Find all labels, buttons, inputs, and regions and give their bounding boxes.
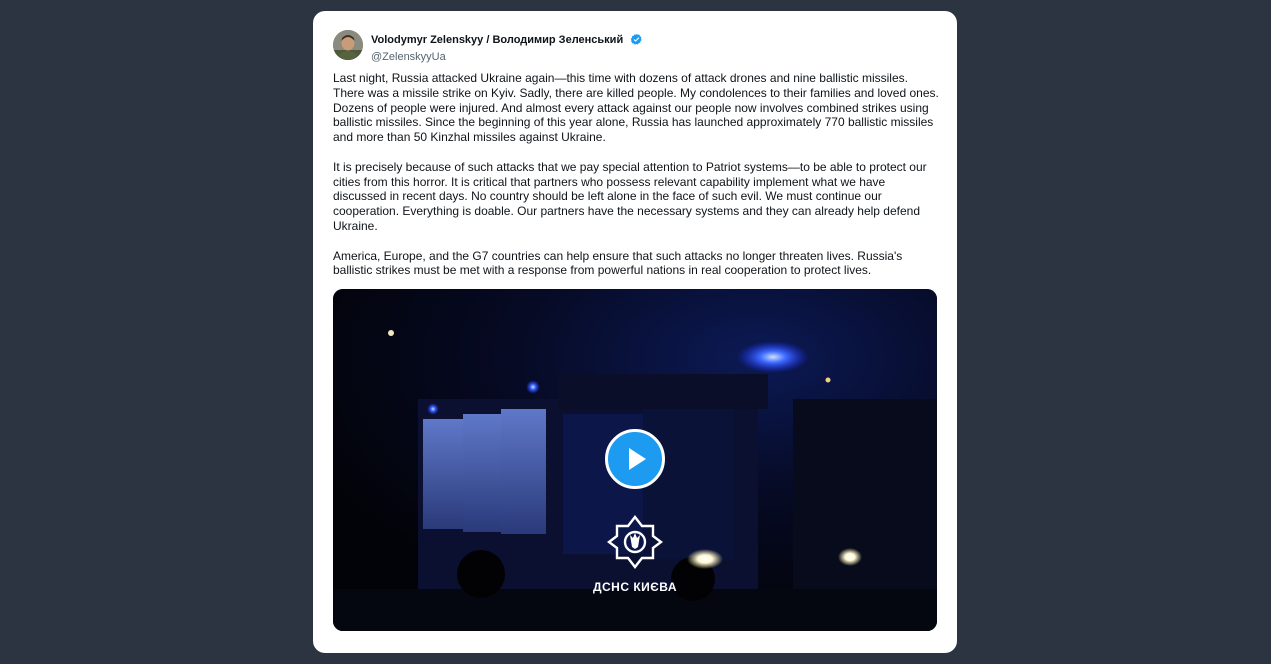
author-names: Volodymyr Zelenskyy / Володимир Зеленськ… (371, 31, 643, 64)
dsns-watermark-label: ДСНС КИЄВА (592, 580, 678, 594)
tweet-text: Last night, Russia attacked Ukraine agai… (333, 71, 939, 293)
author-handle[interactable]: @ZelenskyyUa (371, 50, 643, 64)
tweet-card: Volodymyr Zelenskyy / Володимир Зеленськ… (313, 11, 957, 653)
verified-badge-icon (630, 34, 642, 45)
play-button[interactable] (605, 429, 665, 489)
avatar[interactable] (333, 30, 363, 60)
video-player[interactable]: ДСНС КИЄВА (333, 289, 937, 631)
tweet-paragraph-1: Last night, Russia attacked Ukraine agai… (333, 71, 939, 145)
tweet-paragraph-2: It is precisely because of such attacks … (333, 159, 927, 233)
dsns-emblem-icon (607, 515, 663, 569)
play-icon (629, 448, 646, 470)
tweet-paragraph-3: America, Europe, and the G7 countries ca… (333, 248, 903, 278)
author-display-name[interactable]: Volodymyr Zelenskyy / Володимир Зеленськ… (371, 33, 623, 47)
